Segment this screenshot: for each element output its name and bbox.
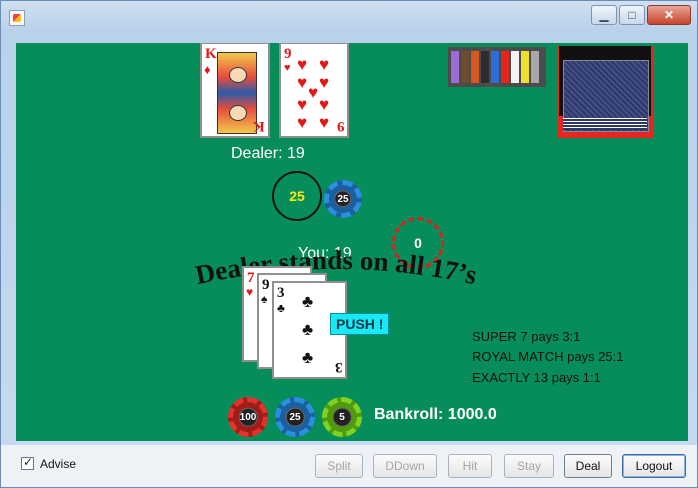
- deal-button[interactable]: Deal: [564, 454, 612, 478]
- dealer-total-label: Dealer: 19: [231, 145, 305, 162]
- chip-25[interactable]: 25: [275, 397, 315, 437]
- heart-icon: ♥: [284, 62, 291, 74]
- heart-icon: ♥: [297, 73, 308, 92]
- dealer-card-2: 9 ♥ ♥ ♥ ♥ ♥ ♥ ♥ ♥ ♥ ♥ 9: [279, 43, 349, 138]
- control-bar: ✓ Advise Split DDown Hit Stay Deal Logou…: [1, 445, 697, 487]
- bet-amount: 25: [289, 188, 305, 204]
- hit-button[interactable]: Hit: [448, 454, 492, 478]
- ddown-button[interactable]: DDown: [373, 454, 437, 478]
- card-rank-bottom: 9: [336, 118, 345, 134]
- heart-icon: ♥: [319, 55, 330, 74]
- advise-checkbox[interactable]: ✓: [21, 455, 34, 470]
- heart-icon: ♥: [308, 83, 319, 102]
- card-rank-bottom: 3: [334, 359, 343, 375]
- title-bar: ▁ □ ✕: [1, 1, 697, 33]
- club-icon: ♣: [277, 301, 285, 315]
- chip-value: 100: [239, 411, 257, 423]
- checkmark-icon: ✓: [23, 455, 34, 469]
- chip-value: 5: [339, 411, 345, 423]
- chip-value: 25: [289, 411, 301, 423]
- club-icon: ♣: [302, 348, 314, 367]
- card-rank-bottom: K: [253, 118, 265, 134]
- king-face-art: [217, 52, 257, 134]
- heart-icon: ♥: [319, 113, 330, 132]
- side-bet-rule-3: EXACTLY 13 pays 1:1: [472, 370, 601, 385]
- heart-icon: ♥: [319, 73, 330, 92]
- logout-button[interactable]: Logout: [622, 454, 686, 478]
- card-rank: 3: [277, 285, 285, 301]
- spade-icon: ♠: [261, 292, 268, 306]
- heart-icon: ♥: [246, 285, 254, 299]
- dealer-card-1: K ♦ K: [200, 43, 270, 138]
- stay-button[interactable]: Stay: [504, 454, 554, 478]
- side-bet-rule-2: ROYAL MATCH pays 25:1: [472, 349, 624, 364]
- chip-5[interactable]: 5: [322, 397, 362, 437]
- result-badge: PUSH !: [330, 313, 390, 335]
- blackjack-table: K ♦ K 9 ♥ ♥ ♥ ♥ ♥ ♥ ♥ ♥ ♥ ♥ 9 Dealer: 19…: [16, 43, 688, 441]
- minimize-button[interactable]: ▁: [591, 5, 617, 25]
- chip-100[interactable]: 100: [228, 397, 268, 437]
- heart-icon: ♥: [319, 95, 330, 114]
- diamond-icon: ♦: [204, 62, 211, 77]
- chip-value: 25: [337, 193, 349, 205]
- heart-icon: ♥: [297, 95, 308, 114]
- advise-label: Advise: [40, 457, 77, 471]
- maximize-button[interactable]: □: [619, 5, 645, 25]
- bet-chip-25: 25: [324, 180, 362, 218]
- bankroll-label: Bankroll: 1000.0: [374, 406, 497, 423]
- java-app-icon: [9, 10, 25, 26]
- heart-icon: ♥: [297, 113, 308, 132]
- heart-icon: ♥: [297, 55, 308, 74]
- split-button[interactable]: Split: [315, 454, 363, 478]
- chip-rack: [448, 47, 546, 87]
- side-bet-rule-1: SUPER 7 pays 3:1: [472, 329, 581, 344]
- app-window: ▁ □ ✕ K ♦ K 9 ♥ ♥ ♥ ♥ ♥ ♥ ♥ ♥ ♥ ♥ 9 Deal…: [0, 0, 698, 488]
- card-rank: K: [205, 46, 217, 62]
- card-shoe: [557, 46, 653, 138]
- club-icon: ♣: [302, 320, 314, 339]
- club-icon: ♣: [302, 292, 314, 311]
- bet-circle[interactable]: 25: [272, 171, 322, 221]
- close-button[interactable]: ✕: [647, 5, 691, 25]
